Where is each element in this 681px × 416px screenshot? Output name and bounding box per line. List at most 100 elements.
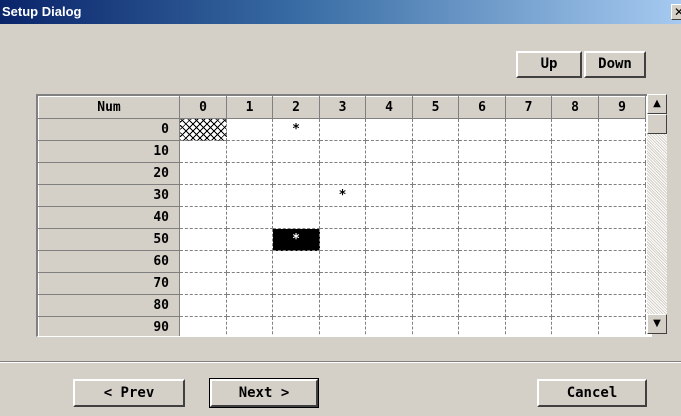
grid-cell[interactable]	[319, 316, 366, 336]
grid-cell[interactable]	[551, 294, 599, 317]
grid-cell[interactable]	[598, 140, 646, 163]
column-header-9[interactable]: 9	[598, 96, 646, 119]
row-header[interactable]: 70	[38, 272, 180, 295]
grid-cell[interactable]: *	[272, 118, 320, 141]
grid-cell[interactable]	[412, 162, 459, 185]
grid-cell[interactable]	[319, 250, 366, 273]
row-header[interactable]: 50	[38, 228, 180, 251]
column-header-0[interactable]: 0	[179, 96, 227, 119]
grid-cell[interactable]	[319, 118, 366, 141]
grid-cell[interactable]	[226, 206, 273, 229]
scroll-thumb[interactable]	[647, 114, 667, 134]
grid-cell[interactable]	[272, 316, 320, 336]
down-button[interactable]: Down	[584, 51, 646, 78]
grid-cell[interactable]	[179, 140, 227, 163]
grid-cell[interactable]	[505, 316, 552, 336]
grid-cell[interactable]	[179, 272, 227, 295]
grid-cell[interactable]	[179, 316, 227, 336]
grid-cell[interactable]	[458, 184, 506, 207]
row-header[interactable]: 60	[38, 250, 180, 273]
row-header[interactable]: 90	[38, 316, 180, 336]
grid-cell[interactable]	[319, 140, 366, 163]
grid-cell[interactable]	[179, 294, 227, 317]
row-header[interactable]: 80	[38, 294, 180, 317]
column-header-5[interactable]: 5	[412, 96, 459, 119]
grid-cell[interactable]	[505, 140, 552, 163]
grid-cell[interactable]	[598, 206, 646, 229]
grid-cell[interactable]	[551, 118, 599, 141]
grid-cell[interactable]	[319, 272, 366, 295]
row-header[interactable]: 30	[38, 184, 180, 207]
column-header-4[interactable]: 4	[365, 96, 413, 119]
grid-cell[interactable]	[179, 228, 227, 251]
grid-cell[interactable]	[458, 250, 506, 273]
grid-cell[interactable]	[412, 294, 459, 317]
grid-cell[interactable]	[412, 250, 459, 273]
grid-cell[interactable]	[179, 184, 227, 207]
grid-cell[interactable]	[505, 184, 552, 207]
up-button[interactable]: Up	[516, 51, 582, 78]
grid-cell[interactable]	[458, 228, 506, 251]
grid-cell[interactable]	[365, 316, 413, 336]
grid-cell[interactable]	[598, 250, 646, 273]
grid-cell[interactable]	[505, 294, 552, 317]
grid-cell[interactable]	[412, 118, 459, 141]
grid-cell[interactable]	[365, 294, 413, 317]
grid-cell[interactable]	[319, 162, 366, 185]
grid-cell[interactable]	[226, 228, 273, 251]
grid-cell[interactable]	[505, 228, 552, 251]
grid-cell[interactable]	[319, 228, 366, 251]
row-header[interactable]: 0	[38, 118, 180, 141]
grid-cell[interactable]	[458, 140, 506, 163]
grid-cell[interactable]	[365, 184, 413, 207]
grid-cell[interactable]	[272, 294, 320, 317]
row-header[interactable]: 20	[38, 162, 180, 185]
grid-cell[interactable]	[179, 206, 227, 229]
grid-cell[interactable]	[319, 294, 366, 317]
scroll-up-button[interactable]: ▲	[647, 94, 667, 114]
grid-cell[interactable]	[226, 118, 273, 141]
row-header[interactable]: 40	[38, 206, 180, 229]
grid-cell[interactable]	[551, 162, 599, 185]
grid-cell[interactable]	[551, 184, 599, 207]
grid-cell[interactable]	[272, 162, 320, 185]
grid-cell[interactable]	[365, 162, 413, 185]
grid-cell[interactable]	[226, 140, 273, 163]
grid-cell[interactable]	[598, 316, 646, 336]
grid-cell[interactable]	[412, 272, 459, 295]
grid-cell[interactable]	[551, 140, 599, 163]
grid-cell[interactable]	[598, 272, 646, 295]
grid-cell[interactable]	[551, 206, 599, 229]
grid-cell[interactable]	[365, 272, 413, 295]
grid-cell[interactable]	[412, 140, 459, 163]
grid-cell[interactable]	[505, 118, 552, 141]
grid-cell[interactable]	[598, 118, 646, 141]
grid-cell[interactable]	[226, 272, 273, 295]
grid-cell[interactable]	[458, 118, 506, 141]
grid-cell[interactable]	[598, 162, 646, 185]
grid-cell[interactable]	[272, 272, 320, 295]
prev-button[interactable]: < Prev	[73, 379, 185, 407]
grid-cell[interactable]	[365, 118, 413, 141]
grid-cell[interactable]	[319, 206, 366, 229]
column-header-1[interactable]: 1	[226, 96, 273, 119]
grid-cell[interactable]	[412, 184, 459, 207]
grid-cell[interactable]	[505, 272, 552, 295]
grid-cell[interactable]	[226, 250, 273, 273]
scroll-down-button[interactable]: ▼	[647, 314, 667, 334]
grid-cell[interactable]	[226, 184, 273, 207]
next-button[interactable]: Next >	[209, 378, 319, 408]
grid-cell[interactable]	[272, 206, 320, 229]
grid-cell[interactable]	[458, 294, 506, 317]
grid-cell[interactable]	[365, 228, 413, 251]
grid-cell[interactable]: *	[319, 184, 366, 207]
grid-cell[interactable]	[272, 140, 320, 163]
grid-cell[interactable]	[365, 140, 413, 163]
vertical-scrollbar[interactable]: ▲ ▼	[647, 94, 667, 334]
grid-cell[interactable]	[551, 272, 599, 295]
grid-cell[interactable]	[226, 162, 273, 185]
title-bar[interactable]: Setup Dialog ✕	[0, 0, 681, 24]
column-header-2[interactable]: 2	[272, 96, 320, 119]
grid-cell[interactable]	[458, 162, 506, 185]
grid-cell[interactable]	[226, 316, 273, 336]
